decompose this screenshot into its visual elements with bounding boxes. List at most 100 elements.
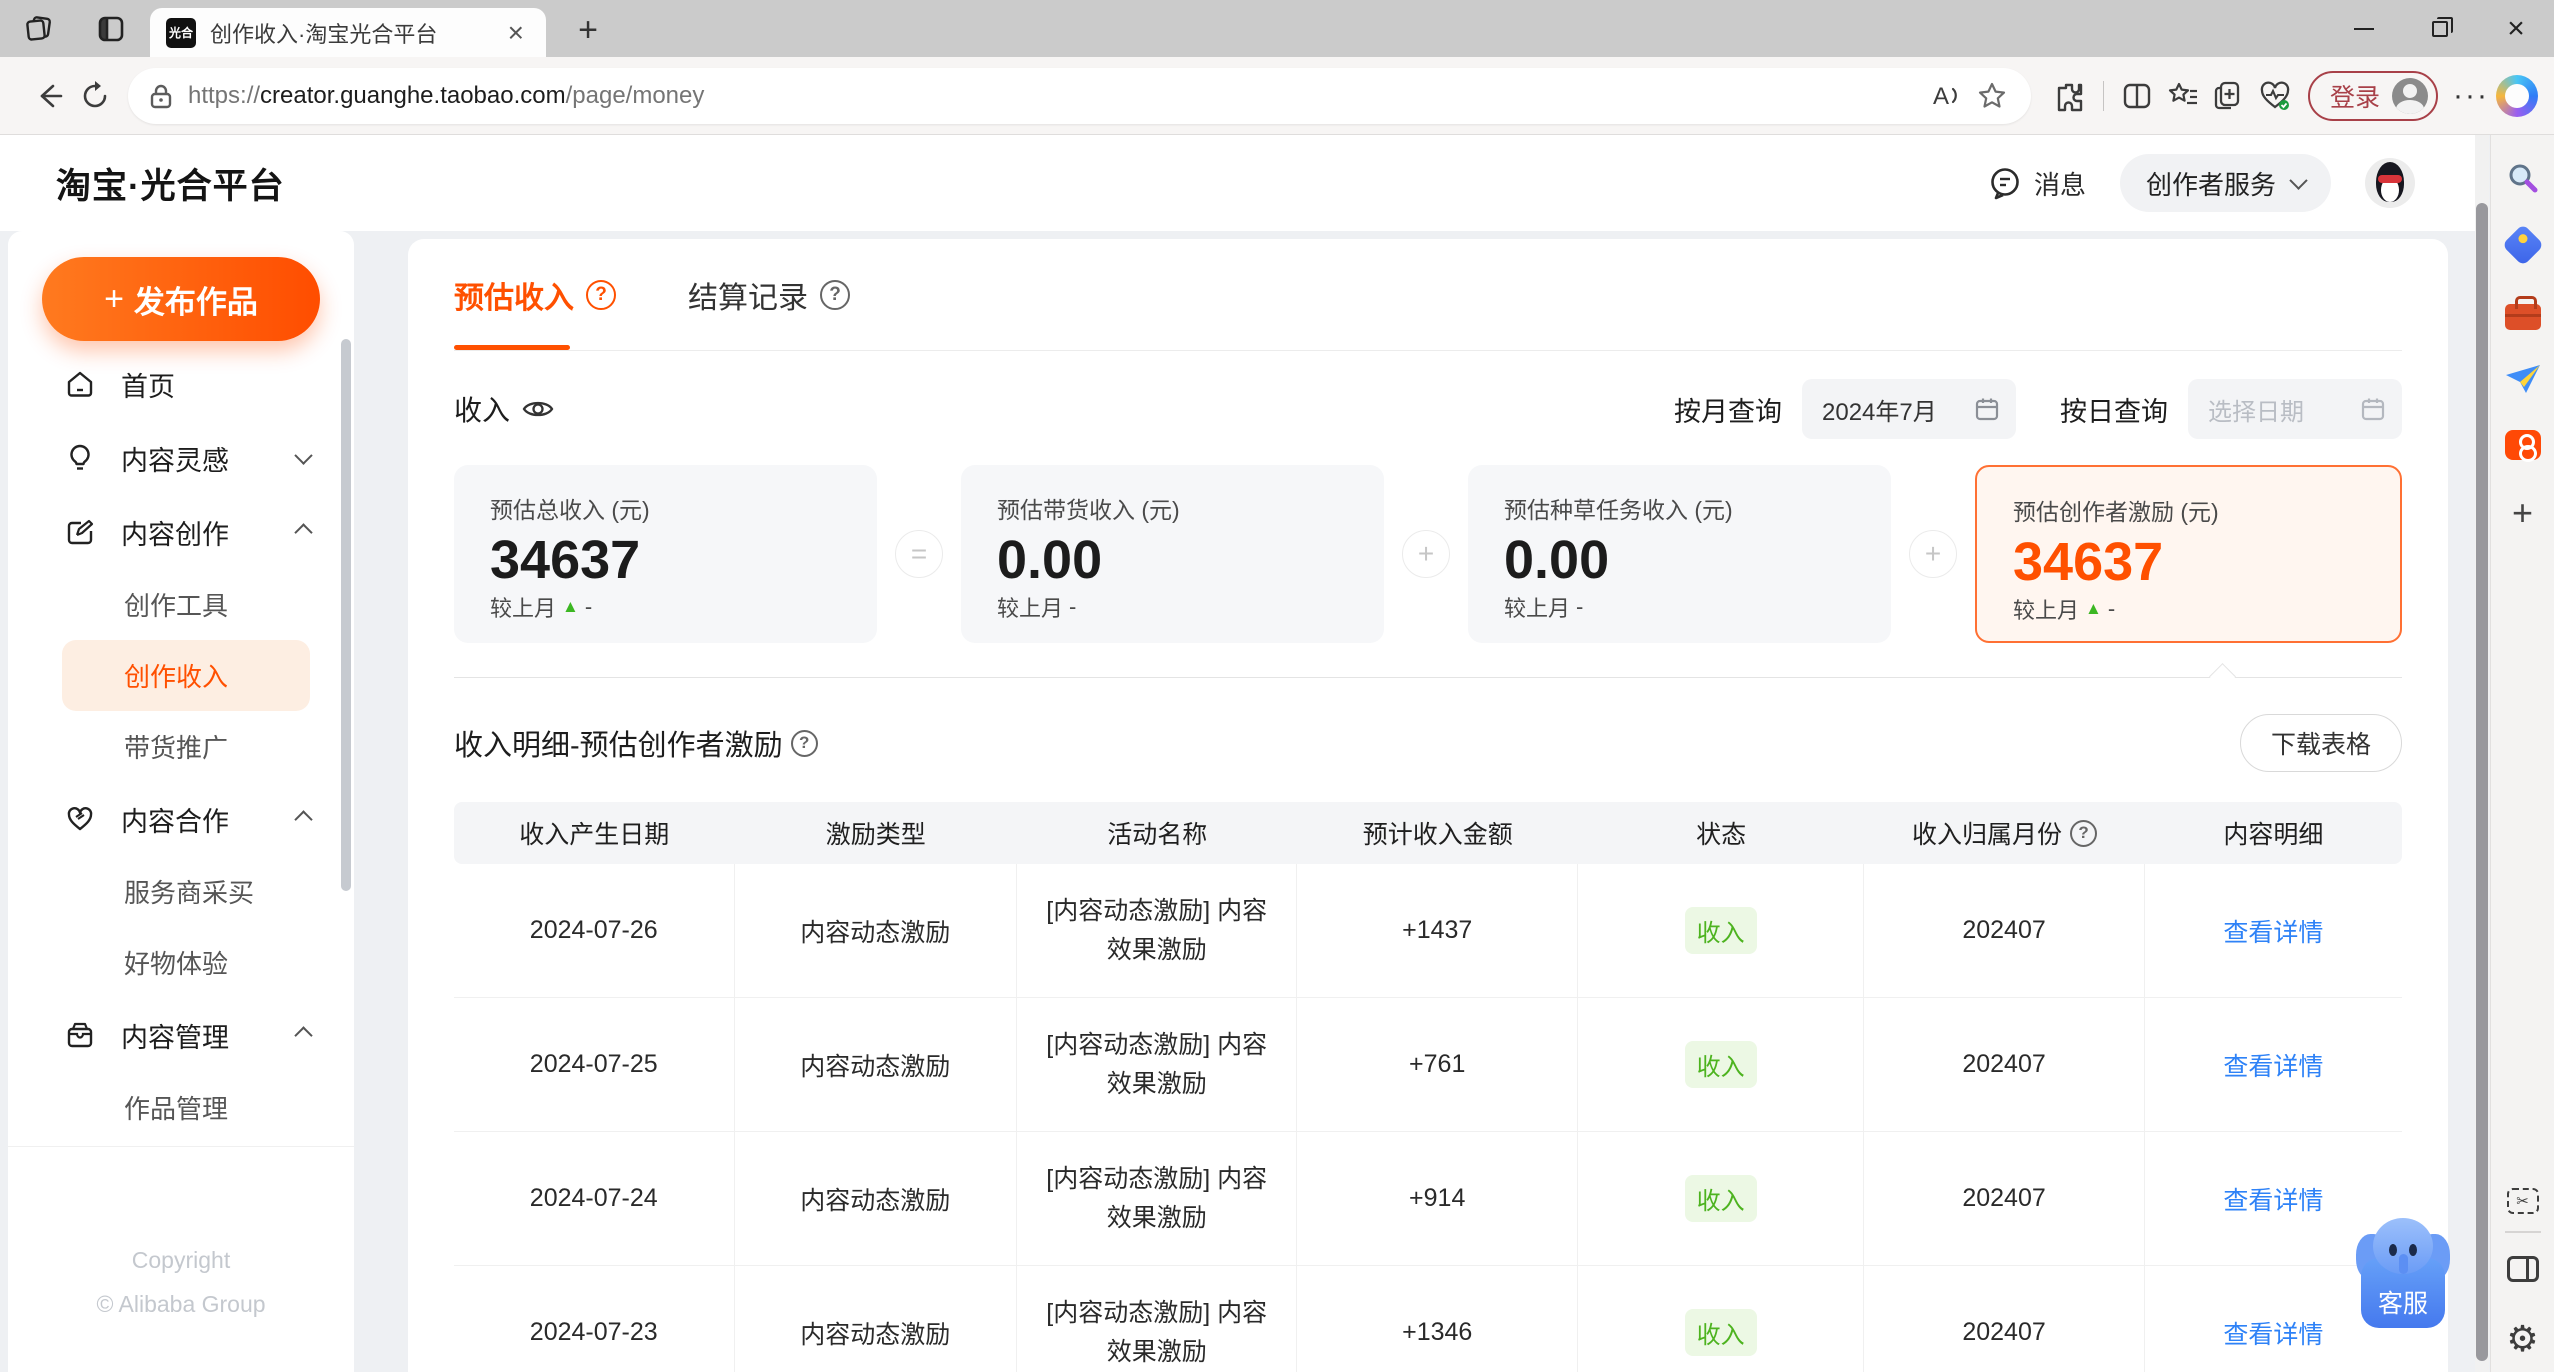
eye-icon[interactable] bbox=[522, 397, 554, 421]
refresh-button[interactable] bbox=[72, 73, 118, 119]
trend-up-icon: ▲ bbox=[562, 597, 579, 616]
sidebar-drop-icon[interactable] bbox=[2501, 357, 2545, 401]
extensions-icon[interactable] bbox=[2047, 73, 2093, 119]
messages-button[interactable]: 消息 bbox=[1988, 165, 2086, 202]
collections-icon[interactable] bbox=[2206, 73, 2252, 119]
workspaces-icon[interactable] bbox=[20, 10, 58, 48]
cell-amount: +1346 bbox=[1297, 1266, 1578, 1372]
creator-service-dropdown[interactable]: 创作者服务 bbox=[2119, 154, 2331, 212]
month-picker[interactable]: 2024年7月 bbox=[1802, 379, 2016, 439]
settings-gear-icon[interactable]: ⚙ bbox=[2501, 1317, 2545, 1361]
customer-service-button[interactable]: 客服 bbox=[2356, 1208, 2450, 1328]
sidebar-search-icon[interactable] bbox=[2501, 157, 2545, 201]
login-button[interactable]: 登录 bbox=[2307, 70, 2438, 121]
help-icon[interactable]: ? bbox=[820, 279, 850, 310]
favorite-star-icon[interactable] bbox=[1969, 73, 2015, 119]
back-button[interactable] bbox=[26, 73, 72, 119]
cell-date: 2024-07-25 bbox=[454, 998, 735, 1131]
tab-settlement-record[interactable]: 结算记录 ? bbox=[688, 239, 850, 350]
main-content: 预估收入 ? 结算记录 ? 收入 按月查询 2024年7月 按日查询 选择日期 … bbox=[408, 239, 2448, 1372]
new-tab-button[interactable]: + bbox=[565, 8, 611, 52]
cell-amount: +1437 bbox=[1297, 864, 1578, 997]
browser-tab[interactable]: 光合 创作收入·淘宝光合平台 × bbox=[150, 8, 546, 57]
cell-status: 收入 bbox=[1578, 1266, 1865, 1372]
tab-close-icon[interactable]: × bbox=[502, 17, 530, 49]
url-text: https://creator.guanghe.taobao.com/page/… bbox=[188, 81, 705, 109]
income-section-title: 收入 bbox=[454, 389, 554, 429]
card-compare: 较上月 ▲ - bbox=[2013, 596, 2116, 623]
cell-type: 内容动态激励 bbox=[735, 998, 1017, 1131]
nav-item-cooperation[interactable]: 内容合作 bbox=[8, 782, 354, 856]
split-screen-icon[interactable] bbox=[2114, 73, 2160, 119]
view-details-link[interactable]: 查看详情 bbox=[2223, 913, 2323, 949]
cell-type: 内容动态激励 bbox=[735, 864, 1017, 997]
sidebar-add-icon[interactable]: + bbox=[2501, 491, 2545, 535]
card-creator-incentive[interactable]: 预估创作者激励 (元) 34637 较上月 ▲ - bbox=[1975, 465, 2402, 643]
page-scrollbar[interactable] bbox=[2475, 135, 2489, 1372]
tab-title: 创作收入·淘宝光合平台 bbox=[210, 21, 438, 47]
column-header: 收入产生日期 bbox=[519, 821, 670, 849]
nav-item-management[interactable]: 内容管理 bbox=[8, 998, 354, 1072]
nav-item-product-trial[interactable]: 好物体验 bbox=[8, 927, 354, 998]
card-compare: 较上月 - bbox=[997, 594, 1077, 621]
sidebar-panel-icon[interactable] bbox=[2501, 1247, 2545, 1291]
nav-scrollbar-thumb[interactable] bbox=[341, 339, 351, 891]
browser-titlebar: 光合 创作收入·淘宝光合平台 × + × bbox=[0, 0, 2554, 57]
sidebar-shopping-icon[interactable] bbox=[2501, 223, 2545, 267]
nav-label: 内容合作 bbox=[121, 806, 229, 837]
view-details-link[interactable]: 查看详情 bbox=[2223, 1047, 2323, 1083]
copilot-icon[interactable] bbox=[2494, 73, 2540, 119]
column-header: 活动名称 bbox=[1107, 821, 1208, 849]
publish-button[interactable]: + 发布作品 bbox=[42, 257, 320, 341]
date-picker[interactable]: 选择日期 bbox=[2188, 379, 2402, 439]
read-aloud-icon[interactable]: A bbox=[1923, 73, 1969, 119]
status-badge: 收入 bbox=[1684, 1041, 1757, 1088]
browser-essentials-icon[interactable] bbox=[2252, 73, 2298, 119]
download-table-button[interactable]: 下载表格 bbox=[2239, 714, 2402, 772]
cell-month: 202407 bbox=[1864, 864, 2145, 997]
table-row: 2024-07-26 内容动态激励 [内容动态激励] 内容效果激励 +1437 … bbox=[454, 864, 2402, 998]
cell-amount: +914 bbox=[1297, 1132, 1578, 1265]
sidebar-kuaishou-icon[interactable] bbox=[2501, 423, 2545, 467]
cell-action: 查看详情 bbox=[2145, 998, 2402, 1131]
tab-actions-icon[interactable] bbox=[92, 10, 130, 48]
site-logo[interactable]: 淘宝·光合平台 bbox=[56, 158, 285, 209]
sidebar-tools-icon[interactable] bbox=[2501, 291, 2545, 335]
card-total-income[interactable]: 预估总收入 (元) 34637 较上月 ▲ - bbox=[454, 465, 877, 643]
help-icon[interactable]: ? bbox=[790, 729, 818, 757]
nav-item-inspiration[interactable]: 内容灵感 bbox=[8, 421, 354, 495]
address-bar[interactable]: https://creator.guanghe.taobao.com/page/… bbox=[128, 67, 2031, 124]
window-close-button[interactable]: × bbox=[2478, 0, 2554, 57]
help-icon[interactable]: ? bbox=[2070, 819, 2098, 847]
status-badge: 收入 bbox=[1684, 1175, 1757, 1222]
section-divider bbox=[454, 663, 2402, 690]
nav-label: 内容管理 bbox=[121, 1022, 229, 1053]
nav-item-home[interactable]: 首页 bbox=[8, 347, 354, 421]
help-icon[interactable]: ? bbox=[586, 279, 616, 310]
nav-item-promotion[interactable]: 带货推广 bbox=[8, 711, 354, 782]
view-details-link[interactable]: 查看详情 bbox=[2223, 1181, 2323, 1217]
page-scrollbar-thumb[interactable] bbox=[2476, 203, 2488, 1361]
message-icon bbox=[1991, 168, 2019, 200]
tab-estimated-income[interactable]: 预估收入 ? bbox=[454, 239, 616, 350]
income-table: 收入产生日期 激励类型 活动名称 预计收入金额 状态 收入归属月份? 内容明细 … bbox=[454, 802, 2402, 1372]
view-details-link[interactable]: 查看详情 bbox=[2223, 1315, 2323, 1351]
card-sales-income[interactable]: 预估带货收入 (元) 0.00 较上月 - bbox=[961, 465, 1384, 643]
column-header: 内容明细 bbox=[2223, 821, 2324, 849]
card-seeding-task-income[interactable]: 预估种草任务收入 (元) 0.00 较上月 - bbox=[1468, 465, 1891, 643]
nav-item-creation[interactable]: 内容创作 bbox=[8, 495, 354, 569]
copyright: Copyright © Alibaba Group bbox=[8, 1146, 354, 1326]
calendar-icon bbox=[1975, 398, 1999, 421]
nav-item-service-purchase[interactable]: 服务商采买 bbox=[8, 856, 354, 927]
window-restore-button[interactable] bbox=[2402, 0, 2478, 57]
nav-item-works-management[interactable]: 作品管理 bbox=[8, 1072, 354, 1143]
screenshot-icon[interactable]: ✂ bbox=[2501, 1179, 2545, 1223]
customer-service-label: 客服 bbox=[2377, 1290, 2428, 1318]
more-menu-icon[interactable]: ··· bbox=[2448, 73, 2494, 119]
window-minimize-button[interactable] bbox=[2326, 0, 2402, 57]
nav-item-creation-tools[interactable]: 创作工具 bbox=[8, 569, 354, 640]
favorites-list-icon[interactable] bbox=[2160, 73, 2206, 119]
publish-label: 发布作品 bbox=[133, 284, 258, 320]
nav-item-creation-income[interactable]: 创作收入 bbox=[62, 640, 310, 711]
avatar[interactable] bbox=[2365, 158, 2415, 208]
